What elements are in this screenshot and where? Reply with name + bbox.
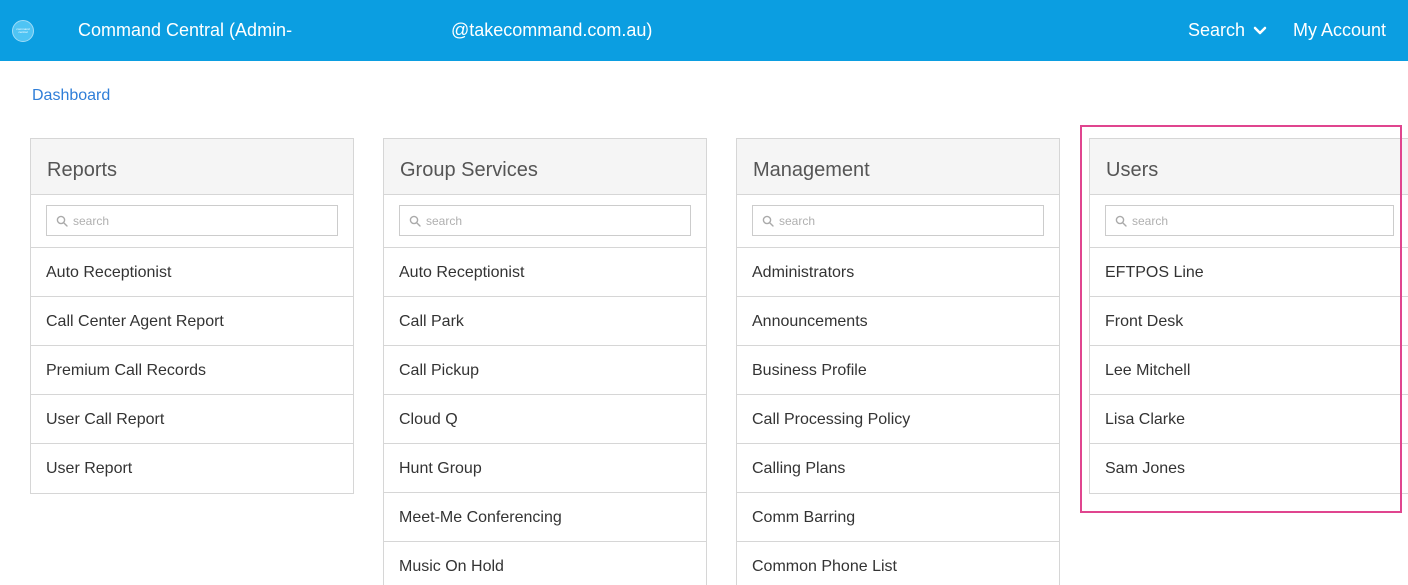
- management-item-common-phone-list[interactable]: Common Phone List: [737, 542, 1059, 585]
- group-services-search-row: [384, 195, 706, 248]
- logo-text: command central: [16, 27, 30, 34]
- users-item-lee-mitchell[interactable]: Lee Mitchell: [1090, 346, 1408, 395]
- chevron-down-icon: [1253, 26, 1267, 34]
- reports-search-row: [31, 195, 353, 248]
- management-search-input[interactable]: [753, 206, 1043, 235]
- group-services-item-call-park[interactable]: Call Park: [384, 297, 706, 346]
- group-services-item-music-on-hold[interactable]: Music On Hold: [384, 542, 706, 585]
- magnifier-icon: [762, 215, 774, 227]
- management-item-business-profile[interactable]: Business Profile: [737, 346, 1059, 395]
- users-item-sam-jones[interactable]: Sam Jones: [1090, 444, 1408, 493]
- users-item-lisa-clarke[interactable]: Lisa Clarke: [1090, 395, 1408, 444]
- management-item-calling-plans[interactable]: Calling Plans: [737, 444, 1059, 493]
- group-services-item-meet-me-conferencing[interactable]: Meet-Me Conferencing: [384, 493, 706, 542]
- reports-panel-title: Reports: [31, 139, 353, 195]
- management-item-administrators[interactable]: Administrators: [737, 248, 1059, 297]
- reports-item-premium-call-records[interactable]: Premium Call Records: [31, 346, 353, 395]
- group-services-search-box: [399, 205, 691, 236]
- group-services-search-input[interactable]: [400, 206, 690, 235]
- users-panel-title: Users: [1090, 139, 1408, 195]
- magnifier-icon: [409, 215, 421, 227]
- search-menu-button[interactable]: Search: [1188, 20, 1267, 41]
- users-search-row: [1090, 195, 1408, 248]
- reports-item-user-call-report[interactable]: User Call Report: [31, 395, 353, 444]
- breadcrumb-dashboard[interactable]: Dashboard: [32, 87, 110, 105]
- users-search-input[interactable]: [1106, 206, 1393, 235]
- management-panel: Management Administrators Announcements …: [736, 138, 1060, 585]
- reports-item-auto-receptionist[interactable]: Auto Receptionist: [31, 248, 353, 297]
- group-services-item-cloud-q[interactable]: Cloud Q: [384, 395, 706, 444]
- app-title: Command Central (Admin-: [78, 20, 293, 40]
- management-item-call-processing-policy[interactable]: Call Processing Policy: [737, 395, 1059, 444]
- management-item-comm-barring[interactable]: Comm Barring: [737, 493, 1059, 542]
- magnifier-icon: [1115, 215, 1127, 227]
- group-services-item-hunt-group[interactable]: Hunt Group: [384, 444, 706, 493]
- top-bar: command central Command Central (Admin- …: [0, 0, 1408, 61]
- search-menu-label: Search: [1188, 20, 1246, 40]
- group-services-item-auto-receptionist[interactable]: Auto Receptionist: [384, 248, 706, 297]
- management-search-row: [737, 195, 1059, 248]
- reports-search-box: [46, 205, 338, 236]
- group-services-panel-title: Group Services: [384, 139, 706, 195]
- group-services-panel: Group Services Auto Receptionist Call Pa…: [383, 138, 707, 585]
- users-panel: Users EFTPOS Line Front Desk Lee Mitchel…: [1089, 138, 1408, 494]
- account-email: @takecommand.com.au): [451, 20, 653, 40]
- management-item-announcements[interactable]: Announcements: [737, 297, 1059, 346]
- reports-item-call-center-agent-report[interactable]: Call Center Agent Report: [31, 297, 353, 346]
- users-item-eftpos-line[interactable]: EFTPOS Line: [1090, 248, 1408, 297]
- reports-search-input[interactable]: [47, 206, 337, 235]
- group-services-item-call-pickup[interactable]: Call Pickup: [384, 346, 706, 395]
- management-search-box: [752, 205, 1044, 236]
- my-account-link[interactable]: My Account: [1293, 20, 1386, 41]
- management-panel-title: Management: [737, 139, 1059, 195]
- users-item-front-desk[interactable]: Front Desk: [1090, 297, 1408, 346]
- users-search-box: [1105, 205, 1394, 236]
- magnifier-icon: [56, 215, 68, 227]
- reports-item-user-report[interactable]: User Report: [31, 444, 353, 493]
- reports-panel: Reports Auto Receptionist Call Center Ag…: [30, 138, 354, 494]
- command-central-logo-icon[interactable]: command central: [12, 20, 34, 42]
